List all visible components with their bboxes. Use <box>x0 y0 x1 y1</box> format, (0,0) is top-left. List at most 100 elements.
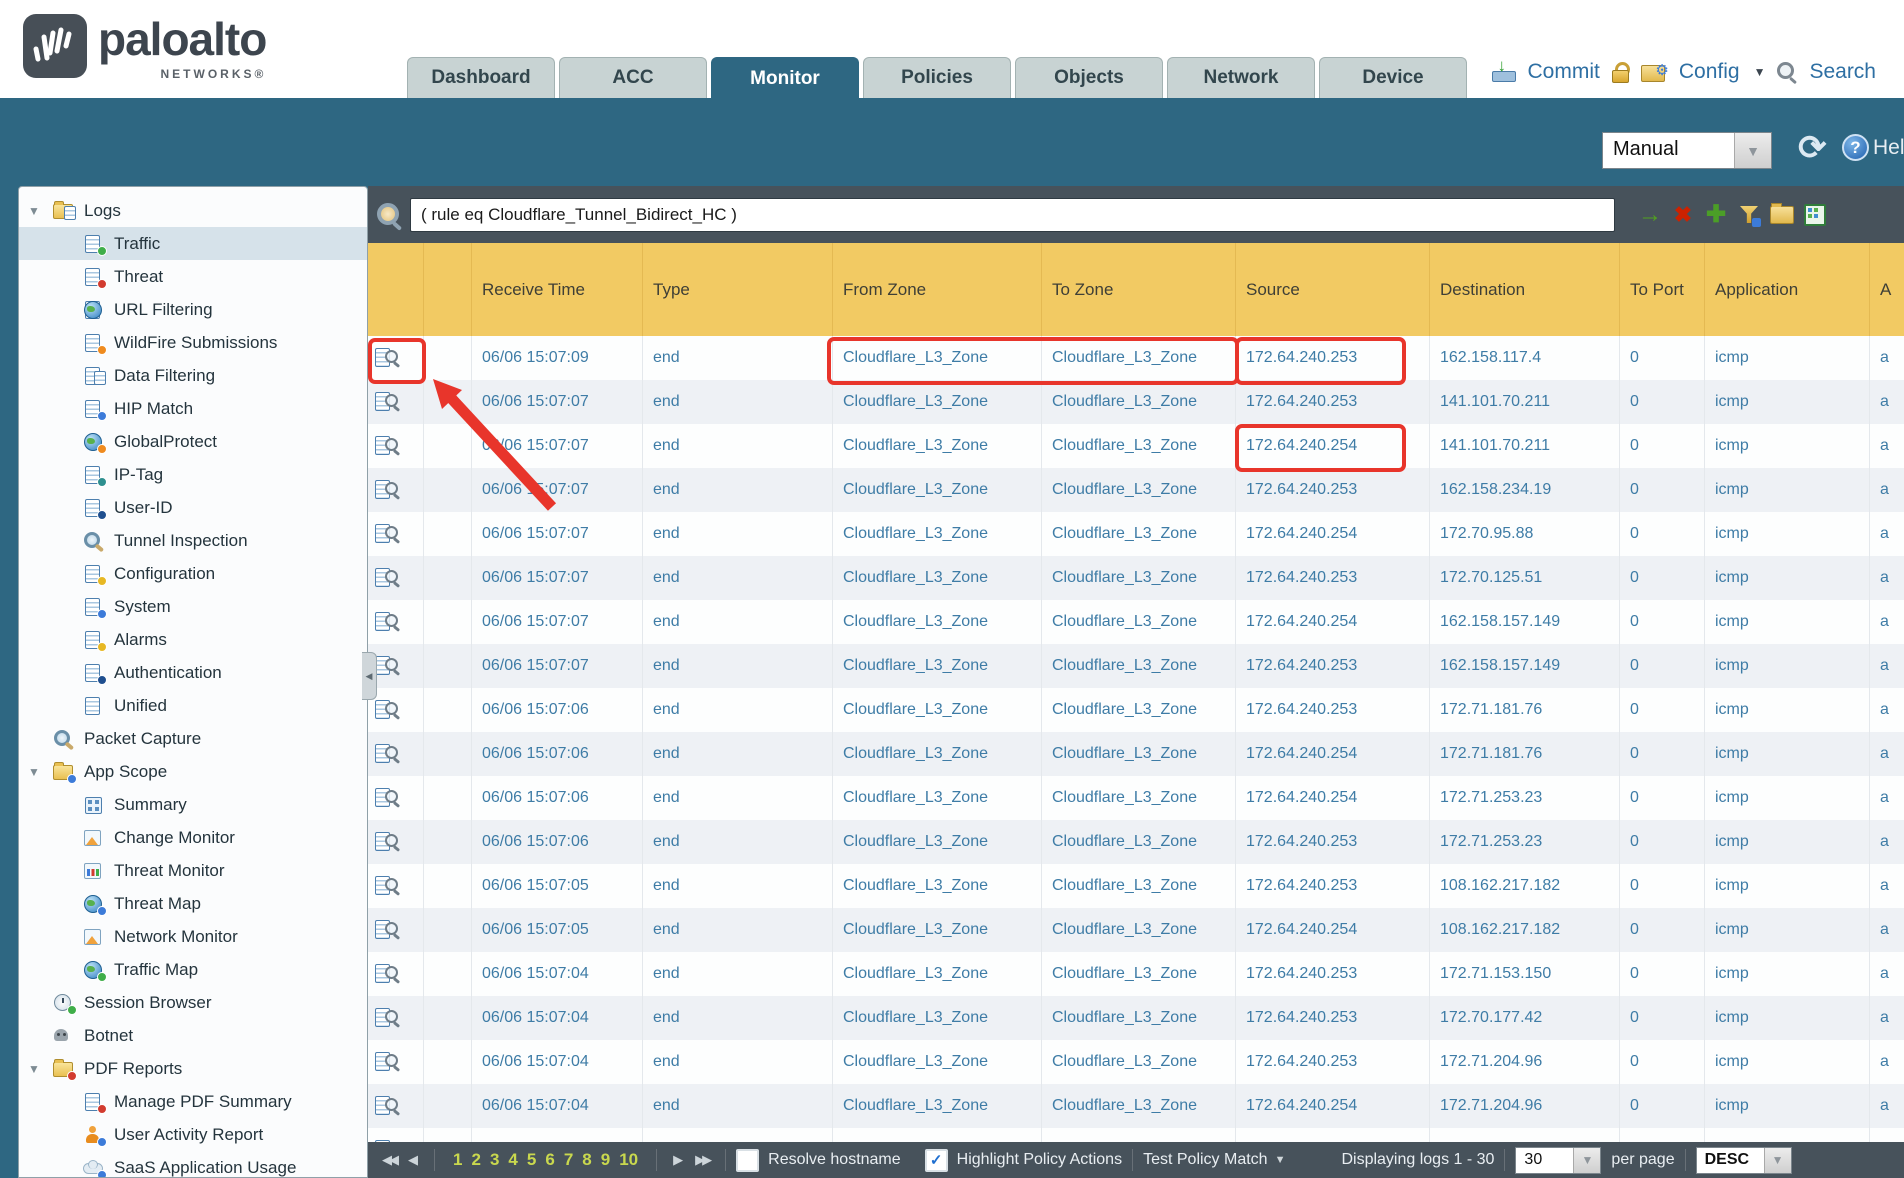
log-detail-button[interactable] <box>368 732 424 776</box>
load-filter-folder-icon[interactable] <box>1769 202 1795 228</box>
sidebar-item-traffic-map[interactable]: Traffic Map <box>19 953 367 986</box>
sidebar-item-wildfire-submissions[interactable]: WildFire Submissions <box>19 326 367 359</box>
log-detail-button[interactable] <box>368 908 424 952</box>
log-detail-button[interactable] <box>368 468 424 512</box>
config-link[interactable]: Config <box>1679 60 1740 84</box>
sidebar-item-saas-application-usage[interactable]: SaaS Application Usage <box>19 1151 367 1178</box>
log-detail-button[interactable] <box>368 1128 424 1142</box>
log-detail-button[interactable] <box>368 556 424 600</box>
log-detail-button[interactable] <box>368 952 424 996</box>
sidebar-item-threat-monitor[interactable]: Threat Monitor <box>19 854 367 887</box>
sidebar-collapse-handle[interactable]: ◀ <box>362 652 377 700</box>
sidebar-item-app-scope[interactable]: ▼ App Scope <box>19 755 367 788</box>
sidebar-item-url-filtering[interactable]: URL Filtering <box>19 293 367 326</box>
log-detail-button[interactable] <box>368 820 424 864</box>
first-page-button[interactable]: ◀◀ <box>382 1152 396 1168</box>
sidebar-item-alarms[interactable]: Alarms <box>19 623 367 656</box>
column-header-application[interactable]: Application <box>1705 243 1870 336</box>
lock-icon[interactable] <box>1612 62 1629 82</box>
column-header-source[interactable]: Source <box>1236 243 1430 336</box>
column-header-blank[interactable] <box>424 243 472 336</box>
refresh-interval-select[interactable]: Manual ▼ <box>1602 132 1772 169</box>
page-number-8[interactable]: 8 <box>582 1150 591 1170</box>
page-number-4[interactable]: 4 <box>508 1150 517 1170</box>
config-caret-icon[interactable]: ▼ <box>1754 65 1766 79</box>
log-detail-button[interactable] <box>368 380 424 424</box>
sidebar-item-tunnel-inspection[interactable]: Tunnel Inspection <box>19 524 367 557</box>
log-detail-button[interactable] <box>368 776 424 820</box>
log-detail-button[interactable] <box>368 424 424 468</box>
page-number-5[interactable]: 5 <box>527 1150 536 1170</box>
last-page-button[interactable]: ▶▶ <box>695 1152 709 1168</box>
resolve-hostname-checkbox[interactable] <box>736 1149 759 1172</box>
page-number-9[interactable]: 9 <box>601 1150 610 1170</box>
sidebar-item-threat[interactable]: Threat <box>19 260 367 293</box>
sidebar-item-change-monitor[interactable]: Change Monitor <box>19 821 367 854</box>
filter-builder-icon[interactable] <box>1736 202 1762 228</box>
sidebar-item-user-activity-report[interactable]: User Activity Report <box>19 1118 367 1151</box>
column-header-to-zone[interactable]: To Zone <box>1042 243 1236 336</box>
next-page-button[interactable]: ▶ <box>673 1152 683 1168</box>
commit-link[interactable]: Commit <box>1528 60 1600 84</box>
sidebar-item-ip-tag[interactable]: IP-Tag <box>19 458 367 491</box>
sidebar-item-packet-capture[interactable]: Packet Capture <box>19 722 367 755</box>
page-number-6[interactable]: 6 <box>545 1150 554 1170</box>
log-detail-button[interactable] <box>368 864 424 908</box>
page-number-3[interactable]: 3 <box>490 1150 499 1170</box>
page-number-7[interactable]: 7 <box>564 1150 573 1170</box>
column-header-receive-time[interactable]: Receive Time <box>472 243 643 336</box>
expand-triangle-icon[interactable]: ▼ <box>28 765 40 779</box>
tab-dashboard[interactable]: Dashboard <box>407 57 555 98</box>
config-icon[interactable] <box>1641 61 1667 83</box>
tab-policies[interactable]: Policies <box>863 57 1011 98</box>
sidebar-item-traffic[interactable]: Traffic <box>19 227 367 260</box>
expand-triangle-icon[interactable]: ▼ <box>28 1062 40 1076</box>
sidebar-item-configuration[interactable]: Configuration <box>19 557 367 590</box>
search-icon[interactable] <box>1777 62 1797 82</box>
refresh-interval-caret-icon[interactable]: ▼ <box>1734 133 1771 168</box>
tab-objects[interactable]: Objects <box>1015 57 1163 98</box>
tab-acc[interactable]: ACC <box>559 57 707 98</box>
tab-monitor[interactable]: Monitor <box>711 57 859 99</box>
sidebar-item-manage-pdf-summary[interactable]: Manage PDF Summary <box>19 1085 367 1118</box>
page-number-1[interactable]: 1 <box>453 1150 462 1170</box>
log-filter-input[interactable] <box>410 198 1615 232</box>
sort-order-select[interactable]: DESC ▼ <box>1696 1147 1792 1174</box>
per-page-select[interactable]: 30 ▼ <box>1515 1147 1601 1174</box>
clear-filter-icon[interactable]: ✖ <box>1670 202 1696 228</box>
log-detail-button[interactable] <box>368 336 424 380</box>
sidebar-item-user-id[interactable]: User-ID <box>19 491 367 524</box>
sidebar-item-network-monitor[interactable]: Network Monitor <box>19 920 367 953</box>
column-header-a[interactable]: A <box>1870 243 1904 336</box>
sidebar-item-summary[interactable]: Summary <box>19 788 367 821</box>
log-detail-button[interactable] <box>368 1084 424 1128</box>
page-number-10[interactable]: 10 <box>619 1150 638 1170</box>
sidebar-item-pdf-reports[interactable]: ▼ PDF Reports <box>19 1052 367 1085</box>
tab-device[interactable]: Device <box>1319 57 1467 98</box>
column-header-type[interactable]: Type <box>643 243 833 336</box>
log-detail-button[interactable] <box>368 512 424 556</box>
sidebar-item-authentication[interactable]: Authentication <box>19 656 367 689</box>
sidebar-item-data-filtering[interactable]: Data Filtering <box>19 359 367 392</box>
sidebar-item-hip-match[interactable]: HIP Match <box>19 392 367 425</box>
commit-icon[interactable] <box>1492 62 1516 82</box>
column-header-to-port[interactable]: To Port <box>1620 243 1705 336</box>
log-detail-button[interactable] <box>368 600 424 644</box>
test-policy-match-button[interactable]: Test Policy Match▼ <box>1143 1151 1285 1169</box>
column-header-from-zone[interactable]: From Zone <box>833 243 1042 336</box>
sidebar-item-system[interactable]: System <box>19 590 367 623</box>
sidebar-item-globalprotect[interactable]: GlobalProtect <box>19 425 367 458</box>
sidebar-item-session-browser[interactable]: Session Browser <box>19 986 367 1019</box>
prev-page-button[interactable]: ◀ <box>408 1152 418 1168</box>
filter-magnifier-icon[interactable] <box>376 202 402 228</box>
search-link[interactable]: Search <box>1809 60 1876 84</box>
refresh-icon[interactable]: ⟳ <box>1798 128 1827 168</box>
highlight-policy-actions-checkbox[interactable]: ✓ <box>925 1149 948 1172</box>
sidebar-item-threat-map[interactable]: Threat Map <box>19 887 367 920</box>
expand-triangle-icon[interactable]: ▼ <box>28 204 40 218</box>
log-detail-button[interactable] <box>368 1040 424 1084</box>
column-header-destination[interactable]: Destination <box>1430 243 1620 336</box>
export-logs-icon[interactable] <box>1802 202 1828 228</box>
page-number-2[interactable]: 2 <box>471 1150 480 1170</box>
tab-network[interactable]: Network <box>1167 57 1315 98</box>
